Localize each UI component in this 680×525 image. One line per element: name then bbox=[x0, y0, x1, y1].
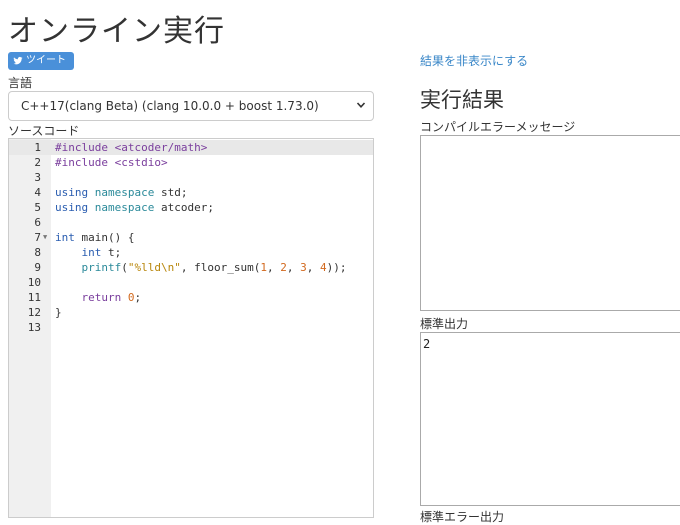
language-selected-value: C++17(clang Beta) (clang 10.0.0 + boost … bbox=[21, 99, 319, 113]
fold-triangle-icon[interactable]: ▼ bbox=[43, 230, 47, 245]
twitter-bird-icon bbox=[13, 56, 23, 65]
line-number: 2 bbox=[34, 156, 41, 169]
source-code-label: ソースコード bbox=[8, 124, 80, 138]
line-number: 7 bbox=[34, 231, 41, 244]
line-number: 9 bbox=[34, 261, 41, 274]
language-label: 言語 bbox=[8, 76, 33, 90]
code-text: printf("%lld\n", floor_sum(1, 2, 3, 4)); bbox=[81, 261, 347, 274]
line-number: 8 bbox=[34, 246, 41, 259]
code-text: int main() { bbox=[55, 231, 135, 244]
code-line[interactable]: 4 using namespace std; bbox=[9, 185, 373, 200]
code-line[interactable]: 3 bbox=[9, 170, 373, 185]
stderr-label: 標準エラー出力 bbox=[420, 510, 505, 524]
stdout-label: 標準出力 bbox=[420, 317, 469, 331]
line-number: 1 bbox=[34, 141, 41, 154]
line-number: 5 bbox=[34, 201, 41, 214]
tweet-button[interactable]: ツイート bbox=[8, 52, 74, 70]
code-line[interactable]: 6 bbox=[9, 215, 373, 230]
code-text: } bbox=[55, 306, 62, 319]
code-editor[interactable]: 1 #include <atcoder/math> 2 #include <cstdi… bbox=[8, 138, 374, 518]
line-number: 4 bbox=[34, 186, 41, 199]
page-title: オンライン実行 bbox=[8, 14, 225, 49]
code-line[interactable]: 8 int t; bbox=[9, 245, 373, 260]
line-number: 11 bbox=[27, 291, 41, 304]
code-line[interactable]: 7 ▼ int main() { bbox=[9, 230, 373, 245]
code-line[interactable]: 2 #include <cstdio> bbox=[9, 155, 373, 170]
code-line[interactable]: 1 #include <atcoder/math> bbox=[9, 140, 373, 155]
code-line[interactable]: 5 using namespace atcoder; bbox=[9, 200, 373, 215]
compile-error-output[interactable] bbox=[420, 135, 680, 311]
line-number: 3 bbox=[34, 171, 41, 184]
code-text: return 0; bbox=[81, 291, 142, 304]
code-text: using namespace std; bbox=[55, 186, 188, 199]
tweet-label: ツイート bbox=[26, 55, 66, 66]
results-heading: 実行結果 bbox=[420, 88, 504, 112]
code-line[interactable]: 12} bbox=[9, 305, 373, 320]
line-number: 12 bbox=[27, 306, 41, 319]
line-number: 6 bbox=[34, 216, 41, 229]
code-line[interactable]: 13 bbox=[9, 320, 373, 335]
code-line[interactable]: 11 return 0; bbox=[9, 290, 373, 305]
line-number: 13 bbox=[27, 321, 41, 334]
line-number: 10 bbox=[27, 276, 41, 289]
code-line[interactable]: 9 printf("%lld\n", floor_sum(1, 2, 3, 4)… bbox=[9, 260, 373, 275]
stdout-output[interactable]: 2 bbox=[420, 332, 680, 506]
code-text: int t; bbox=[81, 246, 122, 259]
compile-error-label: コンパイルエラーメッセージ bbox=[420, 120, 576, 134]
language-select[interactable]: C++17(clang Beta) (clang 10.0.0 + boost … bbox=[8, 91, 374, 121]
chevron-down-icon bbox=[356, 102, 366, 108]
code-line[interactable]: 10 bbox=[9, 275, 373, 290]
hide-results-link[interactable]: 結果を非表示にする bbox=[420, 52, 528, 69]
code-text: #include <cstdio> bbox=[55, 156, 168, 169]
code-text: using namespace atcoder; bbox=[55, 201, 214, 214]
code-text: #include <atcoder/math> bbox=[55, 141, 208, 154]
